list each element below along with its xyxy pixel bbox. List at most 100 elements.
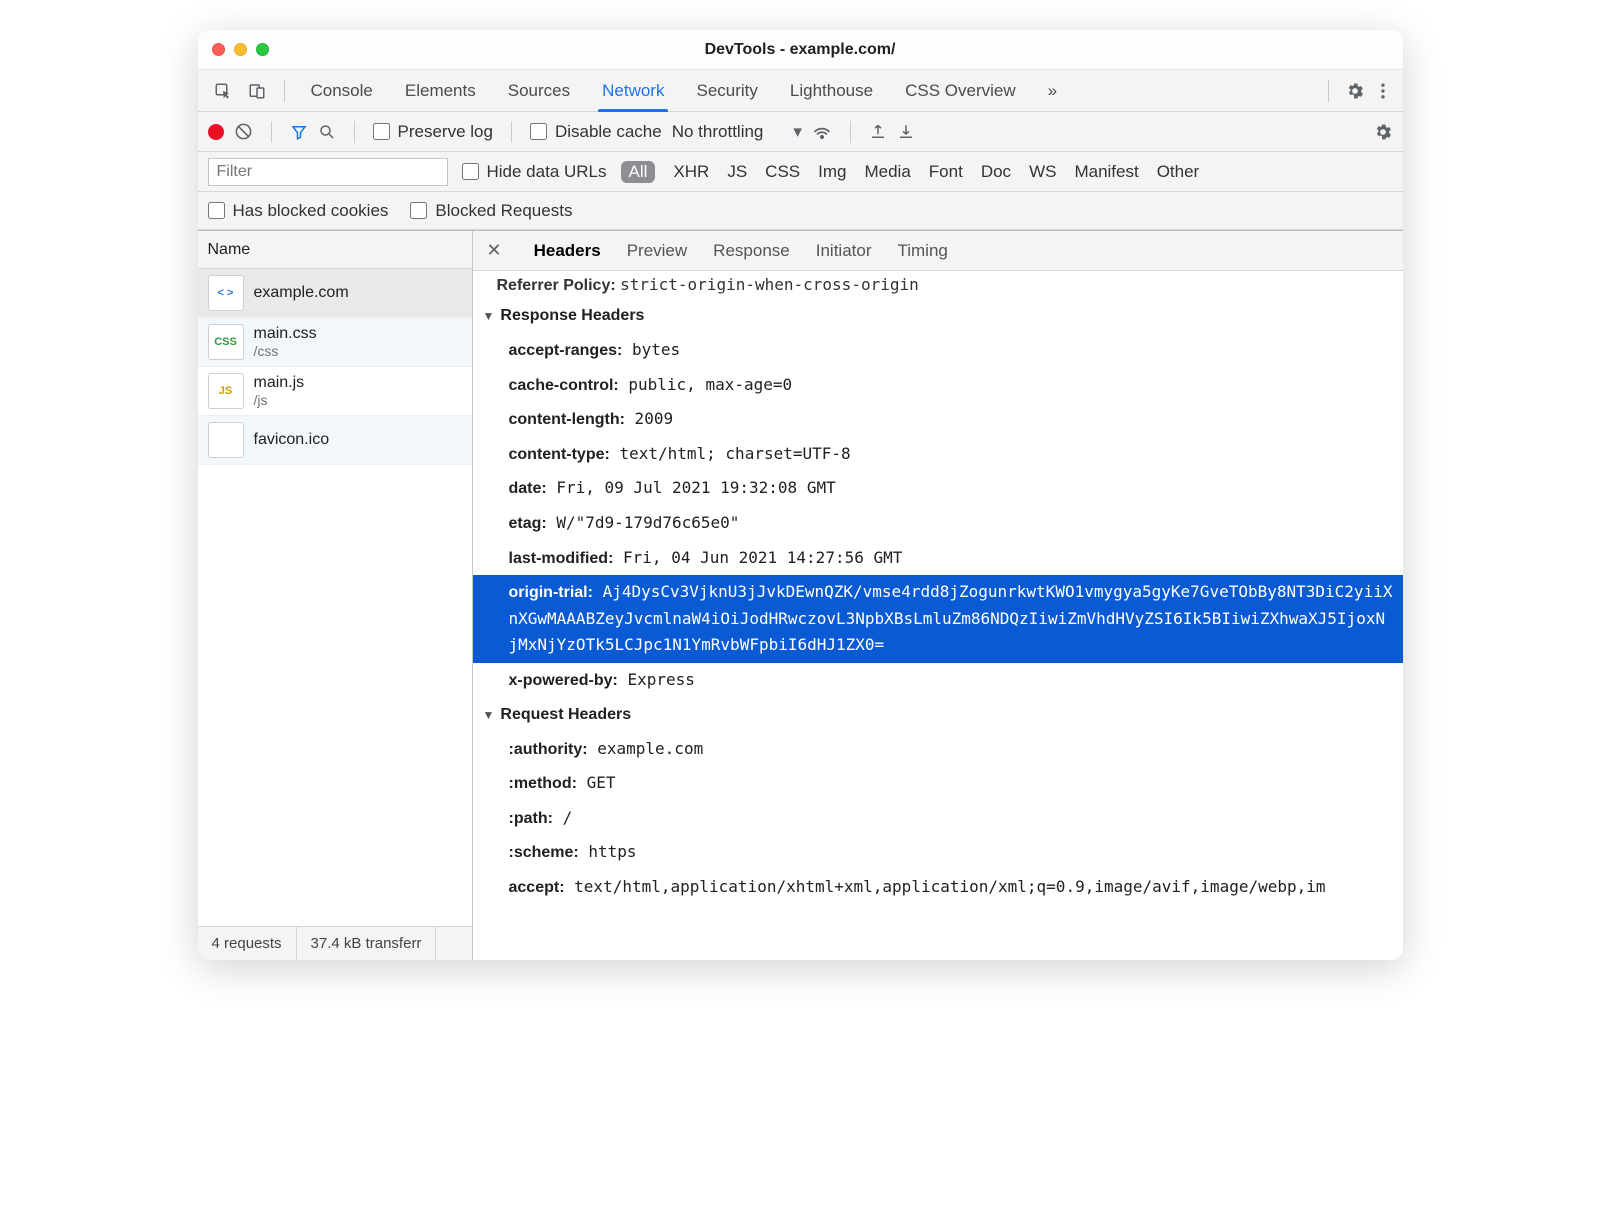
header-value: bytes (622, 340, 680, 359)
header-key: :method: (509, 775, 577, 792)
request-row[interactable]: < >example.com (198, 269, 472, 318)
response-header-row[interactable]: x-powered-by: Express (473, 663, 1403, 698)
inspect-icon[interactable] (208, 76, 238, 106)
tab-console[interactable]: Console (297, 70, 387, 111)
filter-type-media[interactable]: Media (864, 162, 910, 182)
response-header-row[interactable]: origin-trial: Aj4DysCv3VjknU3jJvkDEwnQZK… (473, 575, 1403, 663)
transfer-size: 37.4 kB transferr (297, 927, 437, 960)
filter-icon[interactable] (290, 123, 308, 141)
header-value: public, max-age=0 (619, 375, 792, 394)
close-detail-icon[interactable]: ✕ (487, 240, 508, 261)
kebab-menu-icon[interactable] (1373, 81, 1393, 101)
header-key: :scheme: (509, 844, 579, 861)
more-tabs-button[interactable]: » (1034, 70, 1071, 111)
network-conditions-icon[interactable] (812, 122, 832, 142)
tab-sources[interactable]: Sources (494, 70, 584, 111)
referrer-label: Referrer Policy: (497, 277, 616, 294)
detail-tab-headers[interactable]: Headers (534, 241, 601, 261)
close-window-icon[interactable] (212, 43, 225, 56)
request-path: /css (254, 343, 317, 359)
devtools-window: DevTools - example.com/ ConsoleElementsS… (198, 30, 1403, 960)
header-value: 2009 (625, 409, 673, 428)
hide-data-urls-checkbox[interactable]: Hide data URLs (462, 162, 607, 182)
blocked-cookies-label: Has blocked cookies (233, 201, 389, 221)
settings-icon[interactable] (1345, 81, 1365, 101)
content-area: Name < >example.comCSSmain.css/css JS main… (198, 230, 1403, 960)
headers-panel[interactable]: Referrer Policy: strict-origin-when-cros… (473, 271, 1403, 960)
header-key: :path: (509, 810, 553, 827)
request-header-row[interactable]: :path: / (473, 801, 1403, 836)
filter-type-manifest[interactable]: Manifest (1074, 162, 1138, 182)
request-header-row[interactable]: accept: text/html,application/xhtml+xml,… (473, 870, 1403, 905)
minimize-window-icon[interactable] (234, 43, 247, 56)
network-settings-icon[interactable] (1373, 122, 1393, 142)
filter-type-doc[interactable]: Doc (981, 162, 1011, 182)
request-row[interactable]: CSSmain.css/css (198, 318, 472, 367)
throttling-value: No throttling (672, 122, 764, 142)
name-column-header[interactable]: Name (198, 231, 472, 269)
request-header-row[interactable]: :method: GET (473, 766, 1403, 801)
tab-security[interactable]: Security (682, 70, 771, 111)
search-icon[interactable] (318, 123, 336, 141)
device-toggle-icon[interactable] (242, 76, 272, 106)
response-header-row[interactable]: cache-control: public, max-age=0 (473, 368, 1403, 403)
hide-data-urls-label: Hide data URLs (487, 162, 607, 182)
disable-cache-label: Disable cache (555, 122, 662, 142)
zoom-window-icon[interactable] (256, 43, 269, 56)
header-key: origin-trial: (509, 584, 593, 601)
response-header-row[interactable]: last-modified: Fri, 04 Jun 2021 14:27:56… (473, 541, 1403, 576)
tab-lighthouse[interactable]: Lighthouse (776, 70, 887, 111)
filter-type-xhr[interactable]: XHR (673, 162, 709, 182)
header-key: accept: (509, 879, 565, 896)
record-icon[interactable] (208, 124, 224, 140)
separator (850, 121, 851, 143)
response-headers-title[interactable]: ▼ Response Headers (473, 299, 1403, 333)
header-value: Fri, 09 Jul 2021 19:32:08 GMT (547, 478, 836, 497)
tab-css-overview[interactable]: CSS Overview (891, 70, 1030, 111)
request-row[interactable]: favicon.ico (198, 416, 472, 465)
blocked-cookies-checkbox[interactable]: Has blocked cookies (208, 201, 389, 221)
disable-cache-checkbox[interactable]: Disable cache (530, 122, 662, 142)
header-key: accept-ranges: (509, 342, 623, 359)
filter-type-js[interactable]: JS (727, 162, 747, 182)
throttling-select[interactable]: No throttling ▾ (672, 122, 802, 142)
request-header-row[interactable]: :authority: example.com (473, 732, 1403, 767)
preserve-log-checkbox[interactable]: Preserve log (373, 122, 493, 142)
filter-type-ws[interactable]: WS (1029, 162, 1056, 182)
response-header-row[interactable]: etag: W/"7d9-179d76c65e0" (473, 506, 1403, 541)
response-header-row[interactable]: accept-ranges: bytes (473, 333, 1403, 368)
css-file-icon: CSS (208, 324, 244, 360)
window-controls (212, 43, 269, 56)
filter-type-img[interactable]: Img (818, 162, 846, 182)
detail-tab-timing[interactable]: Timing (897, 241, 947, 261)
tab-network[interactable]: Network (588, 70, 678, 111)
request-row[interactable]: JSmain.js/js (198, 367, 472, 416)
filter-type-css[interactable]: CSS (765, 162, 800, 182)
export-har-icon[interactable] (897, 123, 915, 141)
filter-type-other[interactable]: Other (1157, 162, 1200, 182)
request-header-row[interactable]: :scheme: https (473, 835, 1403, 870)
filter-input[interactable] (208, 158, 448, 186)
ico-file-icon (208, 422, 244, 458)
header-key: x-powered-by: (509, 672, 618, 689)
response-header-row[interactable]: content-length: 2009 (473, 402, 1403, 437)
request-name: main.js (254, 374, 305, 392)
request-headers-title[interactable]: ▼ Request Headers (473, 698, 1403, 732)
request-sidebar: Name < >example.comCSSmain.css/css JS main… (198, 231, 473, 960)
network-toolbar: Preserve log Disable cache No throttling… (198, 112, 1403, 152)
tab-elements[interactable]: Elements (391, 70, 490, 111)
clear-icon[interactable] (234, 122, 253, 141)
detail-tab-preview[interactable]: Preview (627, 241, 687, 261)
js-file-icon: JS (208, 373, 244, 409)
separator (511, 121, 512, 143)
response-header-row[interactable]: content-type: text/html; charset=UTF-8 (473, 437, 1403, 472)
header-key: cache-control: (509, 377, 619, 394)
filter-type-font[interactable]: Font (929, 162, 963, 182)
blocked-requests-checkbox[interactable]: Blocked Requests (410, 201, 572, 221)
response-header-row[interactable]: date: Fri, 09 Jul 2021 19:32:08 GMT (473, 471, 1403, 506)
preserve-log-label: Preserve log (398, 122, 493, 142)
import-har-icon[interactable] (869, 123, 887, 141)
filter-type-all[interactable]: All (621, 161, 656, 183)
detail-tab-initiator[interactable]: Initiator (816, 241, 872, 261)
detail-tab-response[interactable]: Response (713, 241, 790, 261)
